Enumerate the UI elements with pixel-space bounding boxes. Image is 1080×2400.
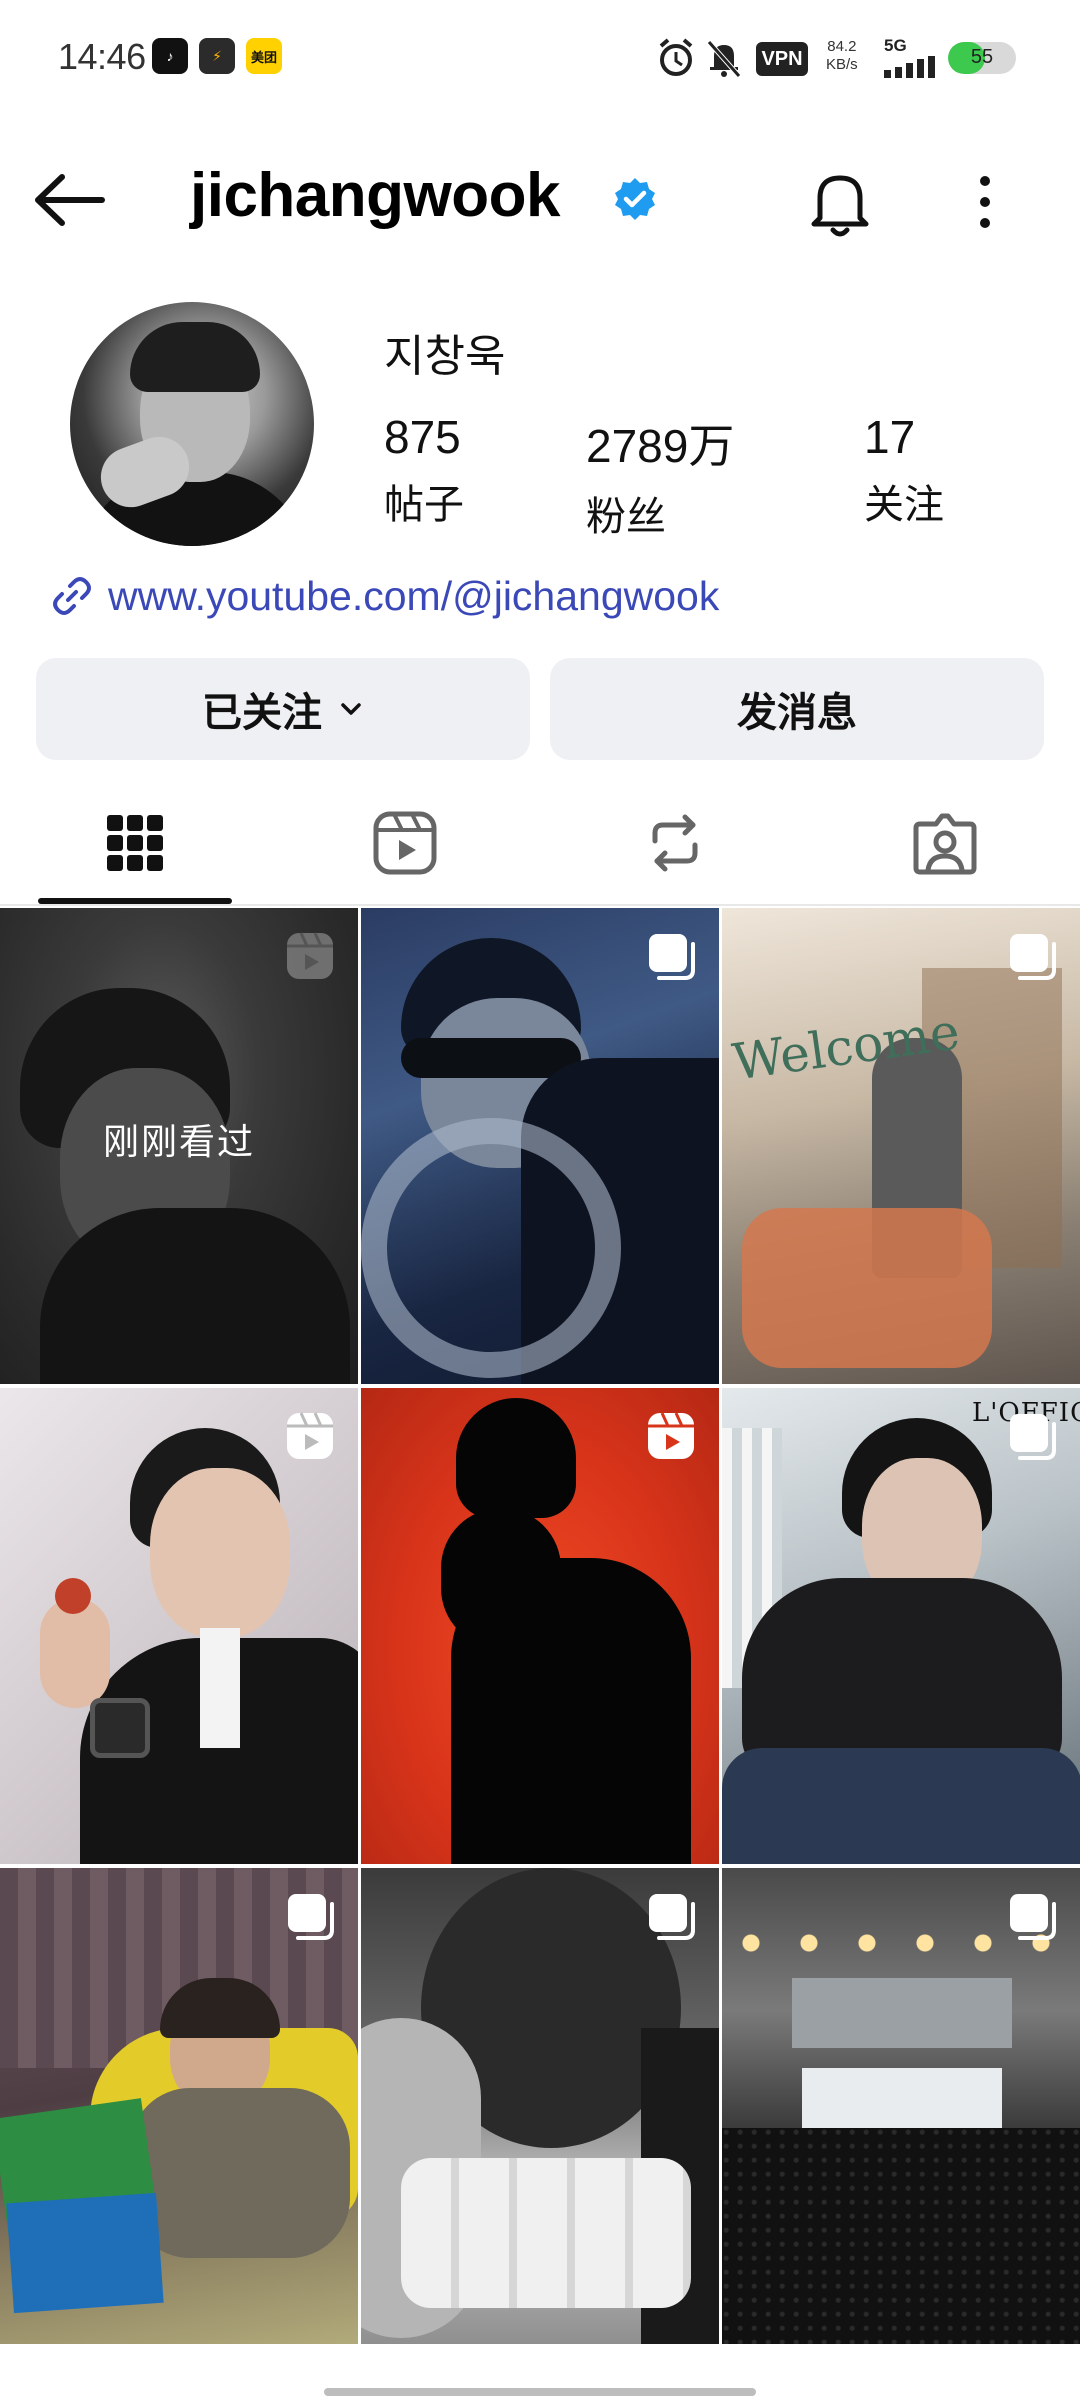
followers-label: 粉丝 [586, 495, 666, 539]
tab-reels[interactable] [270, 780, 540, 906]
chevron-down-icon [341, 703, 361, 715]
post-tile[interactable] [0, 1868, 358, 2344]
status-time: 14:46 [58, 36, 146, 77]
tab-reposts[interactable] [540, 780, 810, 906]
post-tile[interactable]: L'OFFICIEL [722, 1388, 1080, 1864]
multi-post-indicator-icon [1010, 934, 1056, 980]
tab-posts-grid[interactable] [0, 780, 270, 906]
reels-icon [373, 811, 437, 875]
tagged-icon [913, 813, 977, 875]
multi-post-indicator-icon [288, 1894, 334, 1940]
grid-icon [107, 815, 163, 871]
alarm-icon [659, 38, 693, 76]
reel-indicator-icon [648, 1412, 694, 1459]
posts-label: 帖子 [384, 483, 464, 527]
followers-stat[interactable]: 2789万 粉丝 [586, 410, 734, 542]
post-tile[interactable]: Welcome [722, 908, 1080, 1384]
more-options-icon[interactable] [960, 162, 1010, 242]
link-icon [53, 577, 91, 615]
profile-link[interactable]: www.youtube.com/@jichangwook [48, 566, 719, 626]
multi-post-indicator-icon [649, 1894, 695, 1940]
message-button[interactable]: 发消息 [550, 658, 1044, 760]
posts-grid: 刚刚看过 Welcome L'OFFI [0, 908, 1080, 2348]
posts-stat: 875 帖子 [384, 410, 464, 530]
multi-post-indicator-icon [1010, 1414, 1056, 1460]
message-button-label: 发消息 [737, 691, 857, 735]
network-speed-value: 84.2 [827, 38, 857, 55]
battery-indicator: 55 [948, 42, 1016, 74]
multi-post-indicator-icon [1010, 1894, 1056, 1940]
following-stat[interactable]: 17 关注 [864, 410, 944, 530]
profile-header: jichangwook [0, 140, 1080, 260]
following-label: 关注 [864, 483, 944, 527]
bolt-app-icon: ⚡ [199, 38, 235, 74]
profile-avatar[interactable] [70, 302, 314, 546]
following-button[interactable]: 已关注 [36, 658, 530, 760]
profile-username: jichangwook [190, 161, 560, 230]
tiktok-icon: ♪ [152, 38, 188, 74]
display-name: 지창욱 [384, 332, 506, 381]
followers-count: 2789万 [586, 420, 735, 472]
battery-level: 55 [970, 46, 994, 68]
recently-viewed-label: 刚刚看过 [102, 1121, 255, 1162]
post-tile[interactable] [0, 1388, 358, 1864]
tab-tagged[interactable] [810, 780, 1080, 906]
home-indicator[interactable] [324, 2388, 756, 2396]
reposts-icon [652, 814, 698, 872]
vpn-badge: VPN [756, 42, 808, 76]
post-tile[interactable] [361, 1388, 719, 1864]
mute-bell-icon [707, 40, 741, 78]
posts-count: 875 [384, 411, 461, 463]
following-button-label: 已关注 [202, 691, 322, 735]
network-speed-unit: KB/s [826, 56, 858, 73]
post-tile[interactable] [361, 1868, 719, 2344]
post-tile[interactable]: 刚刚看过 [0, 908, 358, 1384]
reel-indicator-icon [287, 932, 333, 979]
meituan-icon: 美团 [246, 38, 282, 74]
status-bar: 14:46 ♪ ⚡ 美团 VPN 84.2 KB/s 5G 55 [0, 0, 1080, 110]
profile-link-text[interactable]: www.youtube.com/@jichangwook [108, 573, 719, 620]
verified-badge-icon [615, 178, 655, 220]
tab-divider [0, 904, 1080, 906]
post-tile[interactable] [361, 908, 719, 1384]
content-tabs [0, 780, 1080, 906]
notification-bell-icon[interactable] [800, 162, 880, 242]
reel-indicator-icon [287, 1412, 333, 1459]
signal-icon [884, 56, 935, 78]
network-speed: 84.2 KB/s [826, 38, 858, 82]
back-arrow-icon[interactable] [30, 165, 110, 235]
post-tile[interactable] [722, 1868, 1080, 2344]
multi-post-indicator-icon [649, 934, 695, 980]
following-count: 17 [864, 411, 916, 463]
